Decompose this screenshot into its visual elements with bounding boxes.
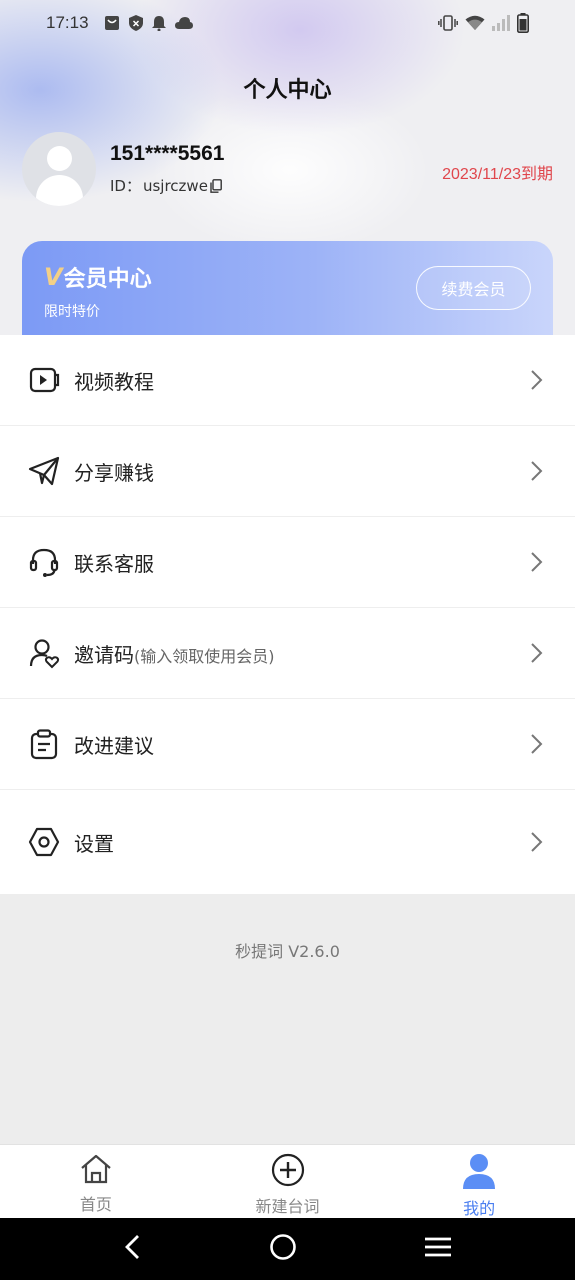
status-time: 17:13 [46, 13, 89, 32]
menu-item-invite-code[interactable]: 邀请码(输入领取使用会员) [0, 608, 575, 699]
plus-circle-icon [271, 1153, 305, 1191]
video-play-icon [28, 364, 60, 396]
tab-home[interactable]: 首页 [0, 1145, 192, 1218]
tab-label: 首页 [79, 1195, 112, 1214]
vip-card[interactable]: V 会员中心 限时特价 续费会员 [22, 241, 553, 341]
copy-icon[interactable] [210, 178, 222, 193]
paper-plane-icon [28, 455, 60, 487]
membership-expiry: 2023/11/23到期 [442, 166, 553, 183]
renew-membership-button[interactable]: 续费会员 [416, 266, 531, 310]
chevron-right-icon [529, 460, 543, 486]
system-nav-bar [0, 1218, 575, 1280]
invite-code-hint: (输入领取使用会员) [134, 646, 275, 666]
menu-item-settings[interactable]: 设置 [0, 790, 575, 894]
menu-item-customer-service[interactable]: 联系客服 [0, 517, 575, 608]
chevron-right-icon [529, 551, 543, 577]
tab-new-script[interactable]: 新建台词 [192, 1145, 384, 1218]
menu-item-label: 邀请码(输入领取使用会员) [74, 639, 275, 668]
chevron-right-icon [529, 369, 543, 395]
tab-mine[interactable]: 我的 [383, 1145, 575, 1218]
menu-item-share-earn[interactable]: 分享赚钱 [0, 426, 575, 517]
menu-item-label: 改进建议 [74, 733, 154, 758]
user-id-label: ID： [110, 177, 141, 195]
battery-icon [517, 13, 529, 33]
headset-icon [28, 546, 60, 578]
vibrate-icon [438, 15, 458, 31]
user-id: ID： usjrczwe [110, 175, 222, 196]
vip-title: V 会员中心 [44, 261, 152, 293]
menu-icon[interactable] [424, 1236, 452, 1262]
menu-item-label: 视频教程 [74, 369, 154, 394]
invite-code-label: 邀请码 [74, 642, 134, 667]
user-id-value: usjrczwe [142, 176, 208, 195]
app-version: 秒提词 V2.6.0 [235, 942, 340, 961]
tab-label: 我的 [463, 1199, 496, 1218]
page-title: 个人中心 [243, 78, 332, 103]
tab-label: 新建台词 [255, 1197, 320, 1216]
wifi-icon [465, 15, 485, 31]
home-icon [79, 1153, 113, 1189]
avatar[interactable] [22, 132, 96, 206]
signal-icon [492, 15, 510, 31]
chevron-right-icon [529, 642, 543, 668]
clipboard-icon [28, 728, 60, 760]
bell-icon [151, 15, 166, 31]
vip-subtitle: 限时特价 [44, 304, 100, 320]
menu-item-label: 联系客服 [74, 551, 154, 576]
chevron-right-icon [529, 831, 543, 857]
menu-item-label: 分享赚钱 [74, 460, 154, 485]
menu-item-suggestions[interactable]: 改进建议 [0, 699, 575, 790]
vip-title-text: 会员中心 [63, 267, 152, 292]
vip-badge-icon: V [44, 263, 63, 291]
user-phone: 151****5561 [110, 142, 225, 165]
bottom-tab-bar: 首页 新建台词 我的 [0, 1144, 575, 1218]
hexagon-settings-icon [28, 826, 60, 858]
user-heart-icon [28, 637, 60, 669]
menu-item-video-tutorial[interactable]: 视频教程 [0, 335, 575, 426]
chevron-right-icon [529, 733, 543, 759]
cloud-icon [174, 17, 193, 29]
back-icon[interactable] [123, 1234, 143, 1264]
settings-menu: 视频教程 分享赚钱 联系客服 邀请码(输入领取使用会员) 改进建议 设置 [0, 335, 575, 894]
menu-item-label: 设置 [74, 831, 114, 856]
home-circle-icon[interactable] [269, 1233, 297, 1265]
user-icon [462, 1153, 496, 1193]
shopping-bag-icon [104, 15, 120, 31]
shield-icon [128, 15, 143, 31]
status-bar: 17:13 [0, 0, 575, 46]
